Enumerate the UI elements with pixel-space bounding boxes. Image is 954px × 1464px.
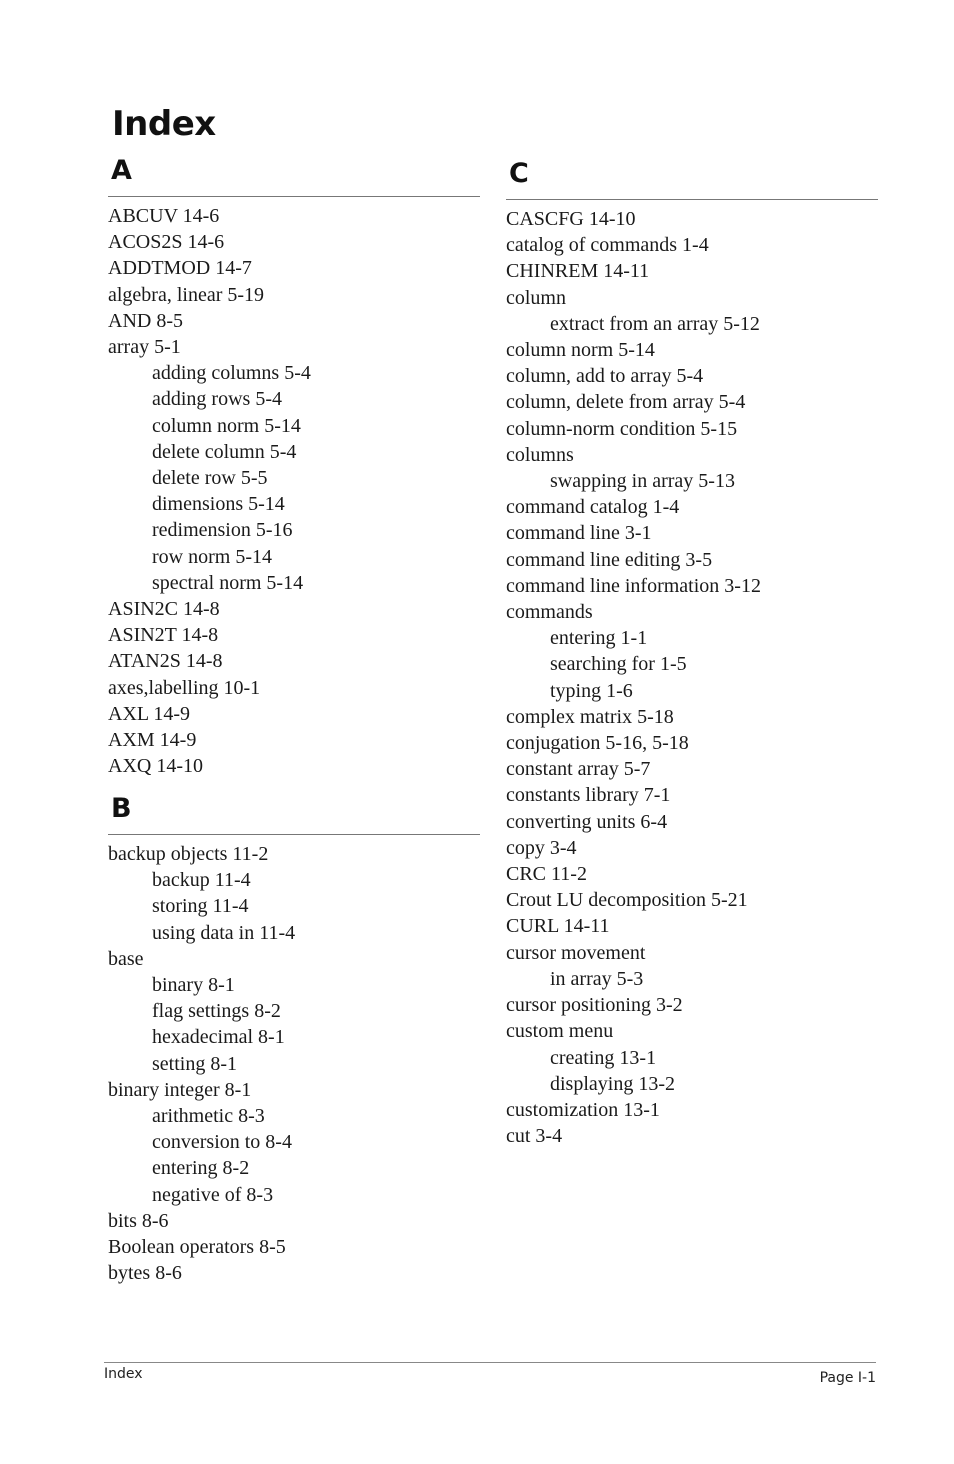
index-subentry: flag settings 8-2 (152, 1000, 281, 1023)
index-entry: cursor movement (506, 941, 646, 964)
index-entry: command line editing 3-5 (506, 548, 713, 571)
index-subentry: setting 8-1 (152, 1052, 237, 1075)
index-entries-c: CASCFG 14-10 catalog of commands 1-4 CHINR… (506, 206, 878, 1149)
index-entry: base (108, 947, 144, 970)
index-entry: constant array 5-7 (506, 758, 651, 781)
index-entry: ACOS2S 14-6 (108, 231, 225, 254)
index-entry: ABCUV 14-6 (108, 205, 220, 227)
index-entry: algebra, linear 5-19 (108, 283, 265, 306)
index-entry: CURL 14-11 (506, 915, 610, 938)
index-entry: bytes 8-6 (108, 1262, 182, 1285)
index-entry: AND 8-5 (108, 309, 183, 332)
footer-section-label: Index (104, 1366, 143, 1382)
section-a: A ABCUV 14-6 ACOS2S 14-6 ADDTMOD 14-7 algeb… (108, 156, 480, 779)
index-subentry: swapping in array 5-13 (550, 470, 735, 493)
index-subentry: row norm 5-14 (152, 545, 272, 568)
index-subentry: delete row 5-5 (152, 467, 268, 490)
index-entry: CRC 11-2 (506, 863, 587, 886)
index-subentry: delete column 5-4 (152, 440, 297, 463)
index-subentry: conversion to 8-4 (152, 1131, 292, 1154)
index-subentry: storing 11-4 (152, 895, 249, 918)
index-subentry: creating 13-1 (550, 1046, 657, 1069)
index-entry: command line 3-1 (506, 522, 652, 545)
index-subentry: typing 1-6 (550, 679, 633, 702)
index-entry: binary integer 8-1 (108, 1078, 252, 1101)
index-entry: ASIN2C 14-8 (108, 598, 220, 621)
index-subentry: arithmetic 8-3 (152, 1105, 265, 1128)
index-subentry: in array 5-3 (550, 967, 644, 990)
index-entry: complex matrix 5-18 (506, 705, 674, 728)
index-subentry: entering 1-1 (550, 627, 648, 650)
section-c: C CASCFG 14-10 catalog of commands 1-4 CHI… (506, 159, 878, 1149)
index-entries-b: backup objects 11-2 backup 11-4 storing 11… (108, 841, 480, 1286)
index-subentry: searching for 1-5 (550, 653, 687, 676)
index-entry: array 5-1 (108, 336, 181, 359)
section-b: B backup objects 11-2 backup 11-4 storing … (108, 794, 480, 1286)
index-subentry: adding columns 5-4 (152, 362, 311, 385)
index-entry: ASIN2T 14-8 (108, 624, 219, 647)
index-subentry: extract from an array 5-12 (550, 312, 760, 335)
index-entry: Crout LU decomposition 5-21 (506, 889, 748, 912)
index-entry: command line information 3-12 (506, 574, 761, 597)
index-subentry: column norm 5-14 (152, 414, 301, 437)
footer-page-number: Page I-1 (819, 1370, 876, 1386)
index-entry: cut 3-4 (506, 1125, 563, 1148)
index-entry: ADDTMOD 14-7 (108, 257, 252, 280)
index-entry: command catalog 1-4 (506, 496, 680, 519)
section-letter-b: B (111, 793, 132, 824)
index-entry: cursor positioning 3-2 (506, 994, 683, 1017)
index-entry: Boolean operators 8-5 (108, 1236, 286, 1259)
index-subentry: backup 11-4 (152, 869, 251, 892)
index-entry: column-norm condition 5-15 (506, 417, 738, 440)
index-subentry: negative of 8-3 (152, 1183, 274, 1206)
index-entry: column (506, 286, 566, 309)
index-entry: ATAN2S 14-8 (108, 650, 223, 673)
footer-divider (104, 1362, 876, 1363)
index-subentry: binary 8-1 (152, 974, 235, 997)
section-letter-a: A (111, 155, 132, 186)
index-entry: copy 3-4 (506, 836, 577, 859)
index-entry: bits 8-6 (108, 1209, 169, 1232)
index-entry: conjugation 5-16, 5-18 (506, 732, 689, 755)
index-entry: axes,labelling 10-1 (108, 676, 261, 699)
index-entry: column, add to array 5-4 (506, 365, 704, 388)
index-subentry: adding rows 5-4 (152, 388, 282, 411)
index-subentry: dimensions 5-14 (152, 493, 285, 516)
section-divider (108, 196, 480, 197)
index-entry: converting units 6-4 (506, 810, 668, 833)
index-entry: columns (506, 443, 574, 466)
index-entry: custom menu (506, 1020, 614, 1043)
section-letter-c: C (509, 158, 529, 189)
section-divider (108, 834, 480, 835)
index-entry: CHINREM 14-11 (506, 260, 650, 283)
section-divider (506, 199, 878, 200)
index-entry: AXQ 14-10 (108, 755, 203, 778)
index-subentry: spectral norm 5-14 (152, 571, 304, 594)
index-entries-a: ABCUV 14-6 ACOS2S 14-6 ADDTMOD 14-7 algebra… (108, 203, 480, 779)
index-subentry: entering 8-2 (152, 1157, 250, 1180)
index-subentry: displaying 13-2 (550, 1072, 675, 1095)
page-title: Index (112, 104, 216, 144)
index-entry: customization 13-1 (506, 1098, 660, 1121)
index-entry: backup objects 11-2 (108, 843, 269, 865)
index-entry: constants library 7-1 (506, 784, 671, 807)
index-entry: CASCFG 14-10 (506, 208, 636, 230)
index-entry: catalog of commands 1-4 (506, 234, 709, 257)
index-entry: column, delete from array 5-4 (506, 391, 746, 414)
index-entry: AXL 14-9 (108, 702, 191, 725)
index-subentry: using data in 11-4 (152, 921, 296, 944)
index-entry: AXM 14-9 (108, 729, 197, 752)
index-entry: column norm 5-14 (506, 339, 655, 362)
index-subentry: hexadecimal 8-1 (152, 1026, 285, 1049)
index-subentry: redimension 5-16 (152, 519, 293, 542)
index-entry: commands (506, 601, 593, 624)
